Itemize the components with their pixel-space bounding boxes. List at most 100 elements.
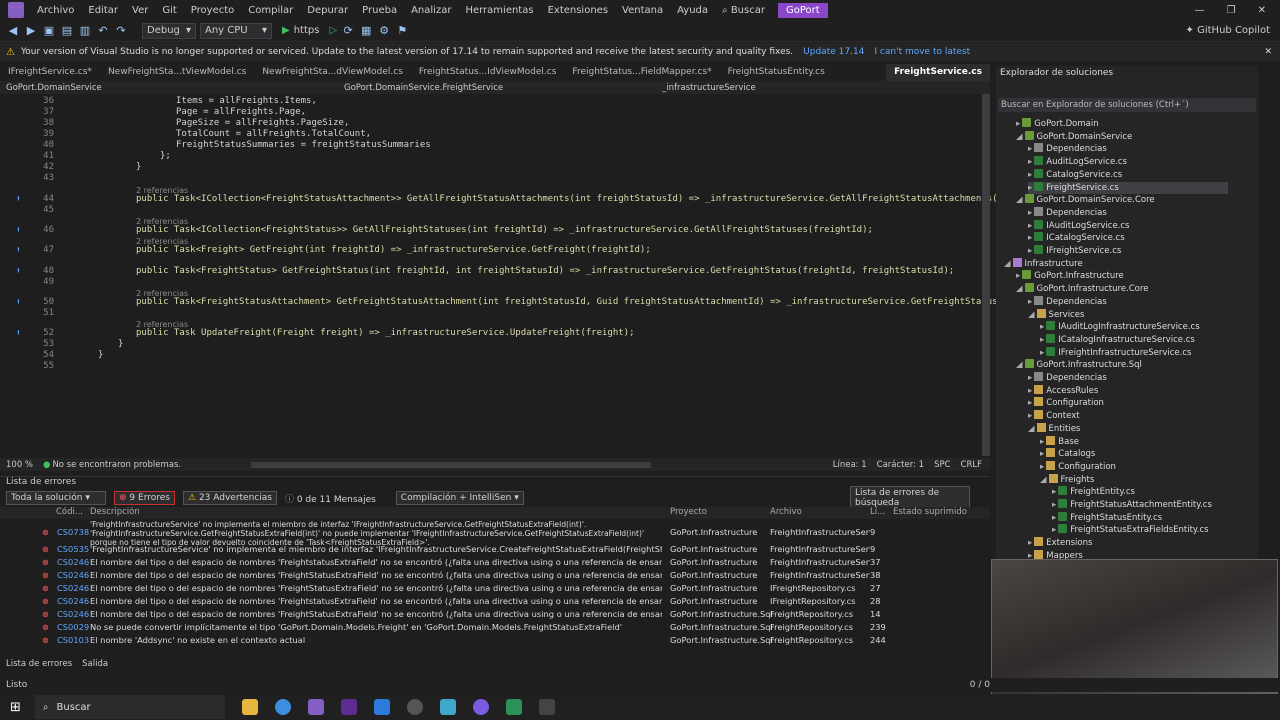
collapsed-icon[interactable]: ▸: [1040, 462, 1044, 472]
solution-node[interactable]: ◢ Services: [1028, 308, 1084, 321]
implements-icon[interactable]: ⬆: [16, 297, 21, 306]
solution-node[interactable]: ▸ Base: [1040, 435, 1079, 448]
solution-node[interactable]: ▸ FreightStatusExtraFieldsEntity.cs: [1052, 524, 1209, 536]
menu-item-ayuda[interactable]: Ayuda: [670, 5, 715, 16]
error-code-link[interactable]: CS0246: [57, 583, 89, 593]
save-icon[interactable]: ▤: [60, 24, 74, 38]
nav-project-dropdown[interactable]: GoPort.DomainService: [6, 83, 336, 93]
menu-item-proyecto[interactable]: Proyecto: [184, 5, 241, 16]
code-lens-references[interactable]: 2 referencias: [136, 319, 188, 330]
error-file[interactable]: FreightRepository.cs: [770, 622, 870, 632]
error-file[interactable]: FreightInfrastructureServic...: [770, 557, 870, 567]
solution-node[interactable]: ◢ GoPort.Infrastructure.Sql: [1016, 359, 1142, 371]
collapsed-icon[interactable]: ▸: [1028, 538, 1032, 548]
collapsed-icon[interactable]: ▸: [1052, 525, 1056, 535]
collapsed-icon[interactable]: ▸: [1028, 144, 1032, 154]
solution-node[interactable]: ▸ Configuration: [1040, 460, 1116, 473]
implements-icon[interactable]: ⬆: [16, 225, 21, 234]
solution-node[interactable]: ▸ FreightEntity.cs: [1052, 486, 1135, 498]
solution-node[interactable]: ▸ IAuditLogService.cs: [1028, 219, 1129, 232]
solution-node[interactable]: ▸ ICatalogService.cs: [1028, 232, 1125, 244]
solution-node[interactable]: ▸ FreightService.cs: [1028, 181, 1228, 194]
collapsed-icon[interactable]: ▸: [1052, 500, 1056, 510]
menu-item-editar[interactable]: Editar: [81, 5, 125, 16]
implements-icon[interactable]: ⬆: [16, 266, 21, 275]
solution-node[interactable]: ▸ CatalogService.cs: [1028, 168, 1122, 181]
error-file[interactable]: FreightInfrastructureServic...: [770, 570, 870, 580]
run-profile-button[interactable]: https: [294, 25, 320, 36]
taskbar-search[interactable]: ⌕ Buscar: [34, 695, 225, 719]
code-lens-references[interactable]: 2 referencias: [136, 185, 188, 196]
solution-node[interactable]: ▸ FreightStatusAttachmentEntity.cs: [1052, 499, 1212, 511]
tab-output[interactable]: Salida: [82, 659, 108, 671]
error-code-link[interactable]: CS0246: [57, 596, 89, 606]
error-column-header[interactable]: Estado suprimido: [893, 507, 967, 517]
solution-node[interactable]: ◢ GoPort.DomainService: [1016, 130, 1132, 143]
problems-status[interactable]: No se encontraron problemas.: [52, 460, 181, 470]
visual-studio-icon[interactable]: [307, 699, 324, 715]
error-row[interactable]: ⊗ CS0246 El nombre del tipo o del espacio …: [0, 608, 985, 621]
solution-node[interactable]: ▸ Dependencias: [1028, 143, 1107, 155]
nav-member-dropdown[interactable]: _infrastructureService: [662, 83, 756, 93]
collapsed-icon[interactable]: ▸: [1028, 157, 1032, 167]
bookmark-icon[interactable]: ⚑: [395, 24, 409, 38]
solution-node[interactable]: ▸ Context: [1028, 410, 1080, 422]
restore-icon[interactable]: ❐: [1227, 5, 1236, 16]
error-code-link[interactable]: CS0738: [57, 527, 89, 537]
menu-item-prueba[interactable]: Prueba: [355, 5, 404, 16]
zoom-level[interactable]: 100 %: [6, 460, 33, 470]
refresh-icon[interactable]: ⟳: [341, 24, 355, 38]
file-explorer-icon[interactable]: [241, 699, 258, 715]
tools-icon[interactable]: ⚙: [377, 24, 391, 38]
collapsed-icon[interactable]: ▸: [1016, 119, 1020, 129]
update-link[interactable]: Update 17.14: [803, 47, 864, 57]
app-icon[interactable]: [340, 699, 357, 715]
expanded-icon[interactable]: ◢: [1016, 284, 1023, 294]
solution-node[interactable]: ▸ Dependencias: [1028, 295, 1107, 308]
error-code-link[interactable]: CS0246: [57, 609, 89, 619]
platform-select[interactable]: Any CPU ▾: [200, 22, 272, 39]
collapsed-icon[interactable]: ▸: [1028, 183, 1032, 193]
collapsed-icon[interactable]: ▸: [1028, 398, 1032, 408]
collapsed-icon[interactable]: ▸: [1028, 208, 1032, 218]
warnings-filter-button[interactable]: ⚠ 23 Advertencias: [182, 491, 277, 505]
github-icon[interactable]: [406, 699, 423, 715]
menu-item-ventana[interactable]: Ventana: [615, 5, 670, 16]
new-file-icon[interactable]: ▣: [42, 24, 56, 38]
implements-icon[interactable]: ⬆: [16, 245, 21, 254]
forward-icon[interactable]: ▶: [24, 24, 38, 38]
collapsed-icon[interactable]: ▸: [1028, 170, 1032, 180]
collapsed-icon[interactable]: ▸: [1028, 297, 1032, 307]
collapsed-icon[interactable]: ▸: [1040, 449, 1044, 459]
error-column-header[interactable]: Códi...: [56, 507, 83, 517]
error-file[interactable]: IFreightRepository.cs: [770, 596, 870, 606]
solution-node[interactable]: ▸ Extensions: [1028, 537, 1092, 549]
solution-name-badge[interactable]: GoPort: [777, 2, 828, 18]
collapsed-icon[interactable]: ▸: [1028, 411, 1032, 421]
expanded-icon[interactable]: ◢: [1016, 132, 1023, 142]
solution-node[interactable]: ▸ AuditLogService.cs: [1028, 156, 1127, 168]
error-code-link[interactable]: CS0103: [57, 635, 89, 645]
collapsed-icon[interactable]: ▸: [1052, 487, 1056, 497]
expanded-icon[interactable]: ◢: [1028, 424, 1035, 434]
expanded-icon[interactable]: ◢: [1016, 360, 1023, 370]
build-filter-select[interactable]: Compilación + IntelliSen ▾: [395, 491, 524, 505]
error-row[interactable]: ⊗ CS0738 'FreightInfrastructureService' no…: [0, 519, 985, 547]
solution-node[interactable]: ▸ GoPort.Domain: [1016, 118, 1099, 130]
error-file[interactable]: FreightInfrastructureServic...: [770, 544, 870, 554]
nav-class-dropdown[interactable]: GoPort.DomainService.FreightService: [344, 83, 654, 93]
collapsed-icon[interactable]: ▸: [1040, 322, 1044, 332]
error-file[interactable]: FreightRepository.cs: [770, 609, 870, 619]
error-row[interactable]: ⊗ CS0246 El nombre del tipo o del espacio …: [0, 556, 985, 569]
error-code-link[interactable]: CS0029: [57, 622, 89, 632]
error-file[interactable]: FreightRepository.cs: [770, 635, 870, 645]
collapsed-icon[interactable]: ▸: [1040, 348, 1044, 358]
terminal-icon[interactable]: [538, 699, 555, 715]
menu-search[interactable]: ⌕ Buscar: [715, 5, 772, 16]
excel-icon[interactable]: [505, 699, 522, 715]
solution-node[interactable]: ◢ Freights: [1040, 473, 1094, 486]
solution-node[interactable]: ◢ Infrastructure: [1004, 257, 1083, 270]
vscode-icon[interactable]: [373, 699, 390, 715]
back-icon[interactable]: ◀: [6, 24, 20, 38]
error-row[interactable]: ⊗ CS0246 El nombre del tipo o del espacio …: [0, 595, 985, 608]
